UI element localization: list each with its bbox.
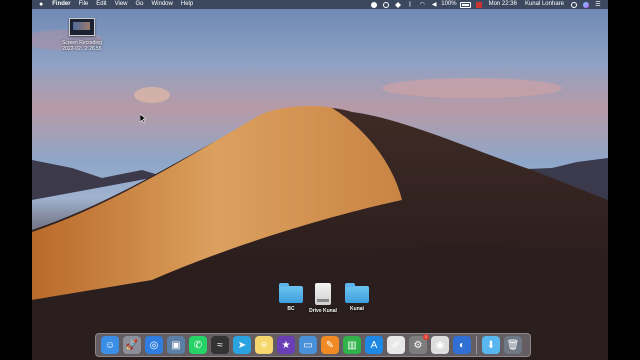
trash-icon[interactable]: 🗑 [504,336,522,354]
app-store-icon[interactable]: A [365,336,383,354]
desktop: ● Finder File Edit View Go Window Help ᛒ… [32,0,608,360]
file-name-line2: 2022-02...2.26.55 [62,46,102,52]
status-area: ᛒ ◠ ◀ 100% Mon 22:36 Kunal Lonhare ☰ [368,0,604,9]
clock[interactable]: Mon 22:36 [485,0,521,9]
battery-percent: 100% [441,1,457,7]
dock-separator [476,336,477,354]
menu-window[interactable]: Window [148,0,177,9]
wifi-icon[interactable]: ◠ [419,2,425,8]
bluetooth-icon[interactable]: ᛒ [407,2,413,8]
keynote-icon[interactable]: ▭ [299,336,317,354]
mouse-cursor-icon [140,114,146,123]
folder-kunal[interactable]: Kunal [337,283,377,312]
whatsapp-icon[interactable]: ✆ [189,336,207,354]
textedit-icon[interactable]: ✐ [387,336,405,354]
play-icon[interactable] [383,1,390,8]
folder-label: Kunal [350,306,364,312]
notification-center-icon[interactable]: ☰ [595,2,601,8]
spotlight-search-icon[interactable] [571,1,577,8]
notes-icon[interactable]: ≡ [255,336,273,354]
menu-finder[interactable]: Finder [48,0,74,9]
folder-icon [345,283,369,303]
dock: ☺ 🚀 ◎ ▣ ✆ ≈ ➤ ≡ ★ ▭ ✎ ▥ A ✐ ⚙ 1 ◉ ◐ ⬇ 🗑 [95,333,531,357]
numbers-icon[interactable]: ▥ [343,336,361,354]
pages-icon[interactable]: ✎ [321,336,339,354]
quicktime-icon[interactable]: ◐ [453,336,471,354]
apple-menu-icon[interactable]: ● [32,0,48,9]
desktop-file-screen-recording[interactable]: Screen Recording 2022-02...2.26.55 [52,18,112,52]
flag-icon[interactable] [475,1,482,8]
notification-badge: 1 [423,334,429,340]
finder-icon[interactable]: ☺ [101,336,119,354]
folder-icon [279,283,303,303]
record-stop-icon[interactable] [371,1,378,8]
safari-icon[interactable]: ◎ [145,336,163,354]
menu-file[interactable]: File [75,0,93,9]
volume-icon[interactable]: ◀ [431,2,437,8]
dropbox-icon[interactable] [395,1,402,8]
menu-edit[interactable]: Edit [92,0,110,9]
menu-help[interactable]: Help [177,0,197,9]
activity-monitor-icon[interactable]: ≈ [211,336,229,354]
preview-icon[interactable]: ▣ [167,336,185,354]
battery-icon[interactable] [459,1,471,8]
downloads-folder-icon[interactable]: ⬇ [482,336,500,354]
launchpad-icon[interactable]: 🚀 [123,336,141,354]
user-name[interactable]: Kunal Lonhare [521,0,568,9]
drive-icon [315,283,331,305]
menu-go[interactable]: Go [132,0,148,9]
chrome-icon[interactable]: ◉ [431,336,449,354]
menu-bar: ● Finder File Edit View Go Window Help ᛒ… [32,0,608,9]
imovie-icon[interactable]: ★ [277,336,295,354]
siri-icon[interactable] [583,1,589,8]
system-preferences-icon[interactable]: ⚙ 1 [409,334,429,354]
menu-view[interactable]: View [111,0,132,9]
telegram-icon[interactable]: ➤ [233,336,251,354]
video-thumbnail [69,18,95,36]
